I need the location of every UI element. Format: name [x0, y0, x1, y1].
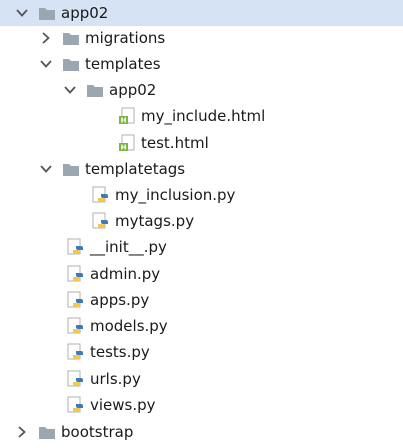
project-tree: app02 migrations templates app02 H my_in…: [0, 0, 403, 448]
tree-node-urls-py[interactable]: urls.py: [0, 366, 403, 392]
chevron-down-icon[interactable]: [38, 56, 54, 72]
python-file-icon: [67, 265, 85, 283]
tree-node-label: apps.py: [90, 291, 150, 309]
chevron-down-icon[interactable]: [62, 82, 78, 98]
tree-node-label: __init__.py: [90, 238, 167, 256]
tree-node-mytags-py[interactable]: mytags.py: [0, 208, 403, 234]
tree-node-label: test.html: [141, 134, 209, 152]
tree-node-tests-py[interactable]: tests.py: [0, 339, 403, 365]
tree-node-templates-app02[interactable]: app02: [0, 77, 403, 103]
folder-icon: [38, 4, 56, 22]
tree-node-label: urls.py: [90, 370, 141, 388]
tree-node-label: tests.py: [90, 343, 150, 361]
folder-icon: [38, 423, 56, 441]
tree-node-my-include-html[interactable]: H my_include.html: [0, 103, 403, 129]
tree-node-label: migrations: [85, 29, 166, 47]
svg-text:H: H: [121, 144, 127, 152]
folder-icon: [62, 160, 80, 178]
python-file-icon: [67, 396, 85, 414]
tree-node-my-inclusion-py[interactable]: my_inclusion.py: [0, 182, 403, 208]
folder-icon: [62, 29, 80, 47]
svg-text:H: H: [121, 117, 127, 125]
python-file-icon: [67, 317, 85, 335]
tree-node-label: my_inclusion.py: [115, 186, 236, 204]
tree-node-apps-py[interactable]: apps.py: [0, 287, 403, 313]
python-file-icon: [67, 370, 85, 388]
python-file-icon: [67, 238, 85, 256]
python-file-icon: [92, 212, 110, 230]
html-file-icon: H: [118, 134, 136, 152]
chevron-right-icon[interactable]: [38, 30, 54, 46]
tree-node-label: views.py: [90, 396, 156, 414]
chevron-down-icon[interactable]: [14, 5, 30, 21]
tree-node-label: app02: [109, 81, 157, 99]
python-file-icon: [92, 186, 110, 204]
chevron-right-icon[interactable]: [14, 424, 30, 440]
tree-node-templatetags[interactable]: templatetags: [0, 156, 403, 182]
tree-node-admin-py[interactable]: admin.py: [0, 261, 403, 287]
folder-icon: [62, 55, 80, 73]
tree-node-app02-root[interactable]: app02: [0, 0, 403, 26]
tree-node-templates[interactable]: templates: [0, 51, 403, 77]
tree-node-bootstrap[interactable]: bootstrap: [0, 419, 403, 445]
tree-node-label: templates: [85, 55, 161, 73]
tree-node-views-py[interactable]: views.py: [0, 392, 403, 418]
tree-node-models-py[interactable]: models.py: [0, 313, 403, 339]
tree-node-label: my_include.html: [141, 107, 266, 125]
python-file-icon: [67, 343, 85, 361]
tree-node-init-py[interactable]: __init__.py: [0, 234, 403, 260]
tree-node-test-html[interactable]: H test.html: [0, 130, 403, 156]
tree-node-label: models.py: [90, 317, 168, 335]
tree-node-label: admin.py: [90, 265, 161, 283]
tree-node-label: mytags.py: [115, 212, 195, 230]
tree-node-label: templatetags: [85, 160, 186, 178]
chevron-down-icon[interactable]: [38, 161, 54, 177]
tree-node-label: app02: [61, 4, 109, 22]
tree-node-label: bootstrap: [61, 423, 134, 441]
folder-icon: [86, 81, 104, 99]
python-file-icon: [67, 291, 85, 309]
html-file-icon: H: [118, 107, 136, 125]
tree-node-migrations[interactable]: migrations: [0, 25, 403, 51]
